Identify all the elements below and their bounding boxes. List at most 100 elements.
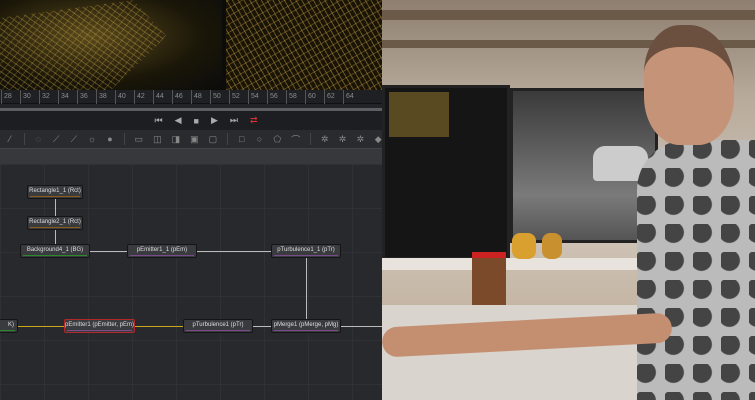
timeline-tick: 60 <box>305 90 316 104</box>
particle-merge-icon[interactable]: ✲ <box>356 134 365 145</box>
divider <box>227 133 228 145</box>
node-label: Background4_1 (BG) <box>26 247 84 253</box>
play-button[interactable]: ▶ <box>211 115 218 126</box>
node-underline <box>274 255 338 256</box>
node-label: pMerge1 (pMerge, pMg) <box>273 322 339 328</box>
divider <box>310 133 311 145</box>
person-head <box>644 25 734 145</box>
bspline-mask-icon[interactable]: ⌒ <box>291 133 300 146</box>
connection <box>306 258 307 319</box>
node-pemitter1[interactable]: pEmitter1 (pEmitter, pEm) <box>64 319 135 333</box>
node-pturbulence1-1[interactable]: pTurbulence1_1 (pTr) <box>271 244 341 258</box>
node-pemitter1-1[interactable]: pEmitter1_1 (pEm) <box>127 244 197 258</box>
node-pmerge1[interactable]: pMerge1 (pMerge, pMg) <box>271 319 341 333</box>
loop-button[interactable]: ⇄ <box>250 115 258 126</box>
3d-icon[interactable]: ◆ <box>374 134 382 145</box>
mask-icon[interactable]: ▢ <box>209 134 218 145</box>
timeline-tick: 42 <box>134 90 145 104</box>
viewer-left-wireframe <box>0 0 222 90</box>
timeline-tick: 28 <box>1 90 12 104</box>
node-label: pEmitter1_1 (pEm) <box>136 247 188 253</box>
timeline-tick: 48 <box>191 90 202 104</box>
text-icon[interactable]: ▭ <box>135 134 144 145</box>
node-editor[interactable]: Rectangle1_1 (Rct) Rectangle2_1 (Rct) Ba… <box>0 164 382 400</box>
background-icon[interactable]: ◨ <box>172 134 181 145</box>
particle-render-icon[interactable]: ✲ <box>339 134 347 145</box>
timeline-tick: 30 <box>20 90 31 104</box>
person-shirt <box>637 140 755 400</box>
node-editor-header <box>0 148 382 164</box>
node-underline <box>23 255 87 256</box>
coffee-cup <box>472 252 506 310</box>
timeline-tick: 62 <box>324 90 335 104</box>
node-partial[interactable]: K) <box>0 319 18 333</box>
node-label: K) <box>8 322 14 328</box>
node-underline <box>67 330 132 331</box>
timeline-tick: 40 <box>115 90 126 104</box>
photo-editor-at-workstation <box>382 0 755 400</box>
viewer[interactable] <box>0 0 382 90</box>
node-underline <box>30 227 80 228</box>
particle-emitter-icon[interactable]: ✲ <box>321 134 329 145</box>
node-rectangle1-1[interactable]: Rectangle1_1 (Rct) <box>27 185 83 199</box>
timeline-tick: 54 <box>248 90 259 104</box>
monitor-left <box>382 85 510 260</box>
color-corrector-icon[interactable]: ⟋ <box>52 134 60 145</box>
node-rectangle2-1[interactable]: Rectangle2_1 (Rct) <box>27 216 83 230</box>
node-label: pEmitter1 (pEmitter, pEm) <box>65 322 135 328</box>
timeline-tick: 46 <box>172 90 183 104</box>
polygon-mask-icon[interactable]: ⬠ <box>273 134 281 145</box>
play-reverse-button[interactable]: ◀ <box>175 115 182 126</box>
node-underline <box>274 330 338 331</box>
timeline-tick: 38 <box>96 90 107 104</box>
skull-figure <box>512 233 536 259</box>
timeline-tick: 36 <box>77 90 88 104</box>
brightness-icon[interactable]: ☼ <box>88 134 96 144</box>
connection <box>197 251 271 252</box>
timeline-tick: 56 <box>267 90 278 104</box>
curves-icon[interactable]: ⟋ <box>70 134 78 145</box>
paint-brush-icon[interactable]: ⁄ <box>6 134 14 144</box>
node-underline <box>130 255 194 256</box>
matte-icon[interactable]: ● <box>106 134 114 144</box>
ellipse-mask-icon[interactable]: ○ <box>256 134 264 144</box>
timeline-tick: 34 <box>58 90 69 104</box>
timeline-tick: 50 <box>210 90 221 104</box>
go-to-end-button[interactable]: ⏭ <box>230 115 238 126</box>
node-underline <box>30 196 80 197</box>
transport-controls: ⏮ ◀ ■ ▶ ⏭ ⇄ <box>0 111 382 130</box>
fusion-editor: 28 30 32 34 36 38 40 42 44 46 48 50 52 54 56 58 60 62 64 ⏮… <box>0 0 382 400</box>
divider <box>123 133 125 145</box>
timeline-tick: 58 <box>286 90 297 104</box>
go-to-start-button[interactable]: ⏮ <box>154 115 162 126</box>
divider <box>23 133 25 145</box>
connection <box>18 326 64 327</box>
connection <box>90 251 127 252</box>
node-label: pTurbulence1 (pTr) <box>192 322 244 328</box>
timeline-ruler[interactable]: 28 30 32 34 36 38 40 42 44 46 48 50 52 54 56 58 60 62 64 <box>0 90 382 104</box>
node-pturbulence1[interactable]: pTurbulence1 (pTr) <box>183 319 253 333</box>
merge-icon[interactable]: ◫ <box>153 134 162 145</box>
tool-bar: ⁄ ◌ ⟋ ⟋ ☼ ● ▭ ◫ ◨ ▣ ▢ □ ○ ⬠ ⌒ ✲ ✲ ✲ ◆ <box>0 130 382 148</box>
viewer-right-wireframe <box>226 0 382 90</box>
node-label: Rectangle2_1 (Rct) <box>29 219 81 225</box>
node-label: pTurbulence1_1 (pTr) <box>277 247 335 253</box>
timeline-tick: 52 <box>229 90 240 104</box>
skull-figure <box>542 233 562 259</box>
connection <box>253 326 271 327</box>
node-label: Rectangle1_1 (Rct) <box>29 188 81 194</box>
node-background4-1[interactable]: Background4_1 (BG) <box>20 244 90 258</box>
rectangle-mask-icon[interactable]: □ <box>238 134 246 144</box>
timeline-tick: 32 <box>39 90 50 104</box>
desk-shelf <box>382 258 662 270</box>
connection <box>341 326 382 327</box>
transform-icon[interactable]: ▣ <box>190 134 199 145</box>
stop-button[interactable]: ■ <box>194 116 199 126</box>
connection <box>135 326 183 327</box>
node-underline <box>186 330 250 331</box>
blur-icon[interactable]: ◌ <box>34 134 42 144</box>
monitor-viewer <box>389 92 449 137</box>
timeline-tick: 44 <box>153 90 164 104</box>
monitor-right <box>510 88 658 243</box>
ceiling-beam <box>382 10 755 20</box>
